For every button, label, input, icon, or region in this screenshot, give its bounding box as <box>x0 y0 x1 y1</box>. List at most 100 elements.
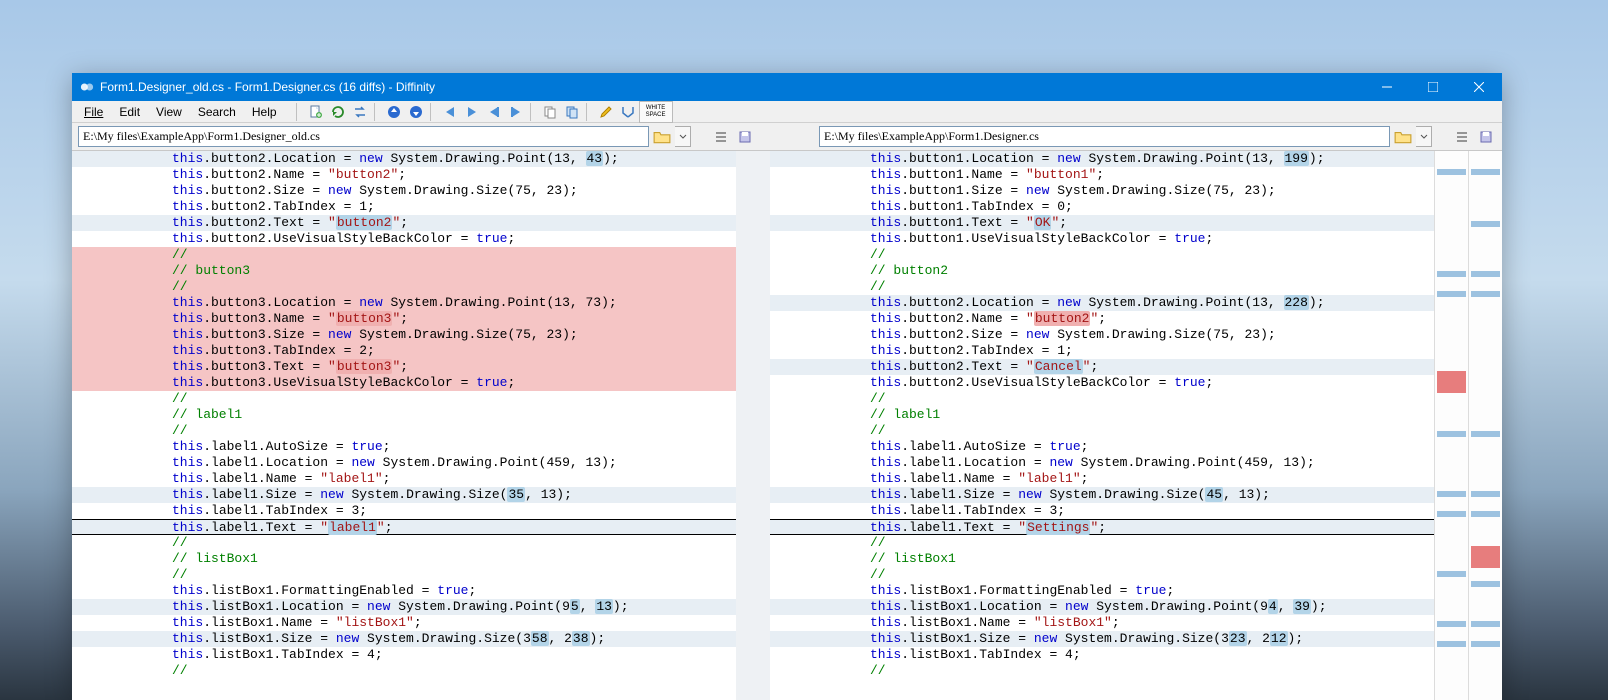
code-line[interactable]: this.label1.Name = "label1"; <box>770 471 1434 487</box>
code-line[interactable]: this.label1.TabIndex = 3; <box>72 503 736 519</box>
code-line[interactable]: this.label1.Location = new System.Drawin… <box>72 455 736 471</box>
code-line[interactable]: // listBox1 <box>72 551 736 567</box>
code-line[interactable]: this.button2.UseVisualStyleBackColor = t… <box>770 375 1434 391</box>
code-line[interactable]: this.button3.Location = new System.Drawi… <box>72 295 736 311</box>
next-diff-icon[interactable] <box>461 101 483 123</box>
left-code-pane[interactable]: this.button2.Location = new System.Drawi… <box>72 151 736 700</box>
save-icon[interactable] <box>735 127 755 147</box>
code-line[interactable]: this.button2.Name = "button2"; <box>770 311 1434 327</box>
code-line[interactable]: this.listBox1.Size = new System.Drawing.… <box>72 631 736 647</box>
code-line[interactable]: this.button2.Text = "button2"; <box>72 215 736 231</box>
code-line[interactable]: // <box>770 535 1434 551</box>
refresh-icon[interactable] <box>327 101 349 123</box>
titlebar[interactable]: Form1.Designer_old.cs - Form1.Designer.c… <box>72 73 1502 101</box>
maximize-button[interactable] <box>1410 73 1456 101</box>
whitespace-icon[interactable]: WHITE SPACE <box>639 101 673 123</box>
code-line[interactable]: this.button2.TabIndex = 1; <box>770 343 1434 359</box>
edit-icon[interactable] <box>595 101 617 123</box>
overview-right[interactable] <box>1468 151 1502 700</box>
code-line[interactable]: this.button1.Text = "OK"; <box>770 215 1434 231</box>
code-line[interactable]: this.label1.TabIndex = 3; <box>770 503 1434 519</box>
overview-left[interactable] <box>1434 151 1468 700</box>
new-file-icon[interactable] <box>305 101 327 123</box>
code-line[interactable]: this.label1.AutoSize = true; <box>72 439 736 455</box>
right-path-input[interactable]: E:\My files\ExampleApp\Form1.Designer.cs <box>819 126 1390 147</box>
copy-left-icon[interactable] <box>483 101 505 123</box>
list-view-icon[interactable] <box>711 127 731 147</box>
code-line[interactable]: // label1 <box>72 407 736 423</box>
folder-open-icon[interactable] <box>1394 128 1412 146</box>
code-line[interactable]: this.button3.Size = new System.Drawing.S… <box>72 327 736 343</box>
copy-right-icon[interactable] <box>505 101 527 123</box>
code-line[interactable]: this.label1.Location = new System.Drawin… <box>770 455 1434 471</box>
code-line[interactable]: // <box>72 247 736 263</box>
code-line[interactable]: // <box>770 423 1434 439</box>
code-line[interactable]: this.label1.Name = "label1"; <box>72 471 736 487</box>
code-line[interactable]: this.listBox1.Location = new System.Draw… <box>72 599 736 615</box>
code-line[interactable]: this.label1.AutoSize = true; <box>770 439 1434 455</box>
code-line[interactable]: this.listBox1.Location = new System.Draw… <box>770 599 1434 615</box>
code-line[interactable]: this.button1.Name = "button1"; <box>770 167 1434 183</box>
code-line[interactable]: // listBox1 <box>770 551 1434 567</box>
code-line[interactable]: this.button3.TabIndex = 2; <box>72 343 736 359</box>
code-line[interactable]: // <box>72 391 736 407</box>
menu-file[interactable]: File <box>76 103 111 121</box>
code-line[interactable]: // <box>770 663 1434 679</box>
code-line[interactable]: this.label1.Size = new System.Drawing.Si… <box>72 487 736 503</box>
code-line[interactable]: this.label1.Size = new System.Drawing.Si… <box>770 487 1434 503</box>
code-line[interactable]: this.listBox1.TabIndex = 4; <box>770 647 1434 663</box>
merge-icon[interactable] <box>617 101 639 123</box>
code-line[interactable]: // <box>72 663 736 679</box>
code-line[interactable]: // <box>770 247 1434 263</box>
code-line[interactable]: this.button2.UseVisualStyleBackColor = t… <box>72 231 736 247</box>
code-line[interactable]: this.label1.Text = "Settings"; <box>770 519 1434 535</box>
code-line[interactable]: this.button1.UseVisualStyleBackColor = t… <box>770 231 1434 247</box>
code-line[interactable]: this.button2.TabIndex = 1; <box>72 199 736 215</box>
code-line[interactable]: // <box>72 535 736 551</box>
prev-diff-icon[interactable] <box>439 101 461 123</box>
code-line[interactable]: // label1 <box>770 407 1434 423</box>
menu-help[interactable]: Help <box>244 103 285 121</box>
code-line[interactable]: // <box>770 391 1434 407</box>
right-code-pane[interactable]: this.button1.Location = new System.Drawi… <box>770 151 1434 700</box>
copy-selection-icon[interactable] <box>561 101 583 123</box>
code-line[interactable]: this.button2.Size = new System.Drawing.S… <box>770 327 1434 343</box>
code-line[interactable]: // <box>72 567 736 583</box>
save-icon[interactable] <box>1476 127 1496 147</box>
left-path-dropdown[interactable] <box>675 126 691 147</box>
code-line[interactable]: this.button3.UseVisualStyleBackColor = t… <box>72 375 736 391</box>
code-line[interactable]: this.label1.Text = "label1"; <box>72 519 736 535</box>
minimize-button[interactable] <box>1364 73 1410 101</box>
code-line[interactable]: // button3 <box>72 263 736 279</box>
swap-icon[interactable] <box>349 101 371 123</box>
up-arrow-icon[interactable] <box>383 101 405 123</box>
left-path-input[interactable]: E:\My files\ExampleApp\Form1.Designer_ol… <box>78 126 649 147</box>
code-line[interactable]: this.listBox1.Name = "listBox1"; <box>770 615 1434 631</box>
code-line[interactable]: // <box>770 567 1434 583</box>
code-line[interactable]: this.listBox1.Size = new System.Drawing.… <box>770 631 1434 647</box>
menu-search[interactable]: Search <box>190 103 244 121</box>
code-line[interactable]: this.listBox1.FormattingEnabled = true; <box>72 583 736 599</box>
code-line[interactable]: this.listBox1.TabIndex = 4; <box>72 647 736 663</box>
menu-edit[interactable]: Edit <box>111 103 148 121</box>
code-line[interactable]: this.button2.Name = "button2"; <box>72 167 736 183</box>
code-line[interactable]: // <box>770 279 1434 295</box>
folder-open-icon[interactable] <box>653 128 671 146</box>
code-line[interactable]: this.button3.Text = "button3"; <box>72 359 736 375</box>
code-line[interactable]: this.button2.Location = new System.Drawi… <box>770 295 1434 311</box>
copy-icon[interactable] <box>539 101 561 123</box>
menu-view[interactable]: View <box>148 103 190 121</box>
code-line[interactable]: // button2 <box>770 263 1434 279</box>
code-line[interactable]: this.button2.Location = new System.Drawi… <box>72 151 736 167</box>
close-button[interactable] <box>1456 73 1502 101</box>
code-line[interactable]: // <box>72 423 736 439</box>
code-line[interactable]: this.button1.Location = new System.Drawi… <box>770 151 1434 167</box>
code-line[interactable]: this.button3.Name = "button3"; <box>72 311 736 327</box>
code-line[interactable]: this.listBox1.Name = "listBox1"; <box>72 615 736 631</box>
code-line[interactable]: // <box>72 279 736 295</box>
down-arrow-icon[interactable] <box>405 101 427 123</box>
code-line[interactable]: this.button1.TabIndex = 0; <box>770 199 1434 215</box>
list-view-icon[interactable] <box>1452 127 1472 147</box>
code-line[interactable]: this.button1.Size = new System.Drawing.S… <box>770 183 1434 199</box>
code-line[interactable]: this.listBox1.FormattingEnabled = true; <box>770 583 1434 599</box>
